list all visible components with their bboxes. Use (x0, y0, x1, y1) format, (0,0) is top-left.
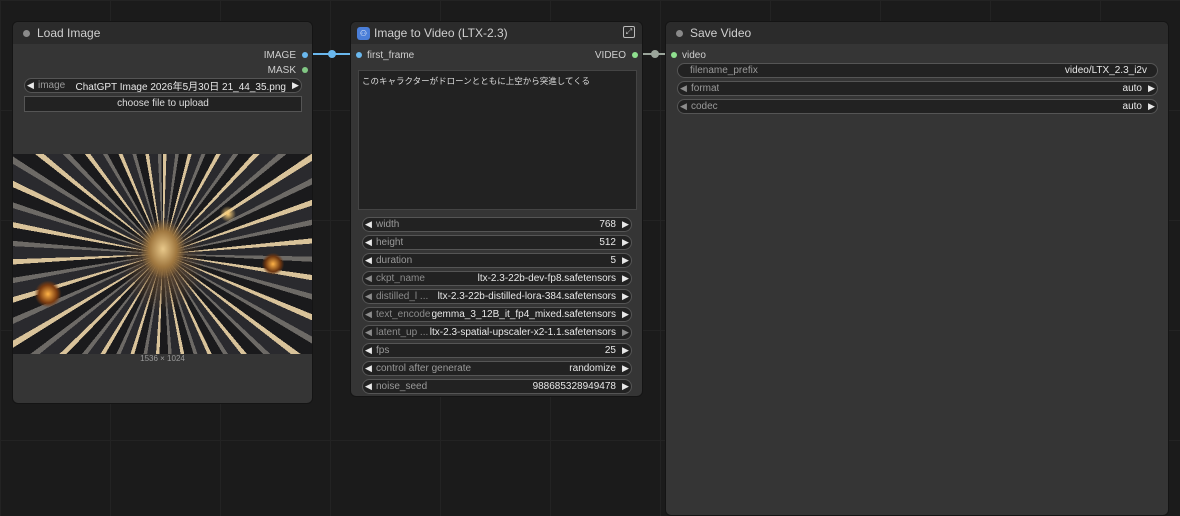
increment-arrow-icon[interactable]: ▶ (620, 345, 631, 356)
increment-arrow-icon[interactable]: ▶ (620, 327, 631, 338)
node-title: Load Image (37, 26, 101, 40)
width-widget[interactable]: ◀ width 768 ▶ (362, 217, 632, 232)
input-first-frame-port[interactable] (356, 52, 362, 58)
upload-button[interactable]: choose file to upload (24, 96, 302, 112)
decrement-arrow-icon[interactable]: ◀ (363, 309, 374, 320)
save-video-node[interactable]: Save Video video filename_prefix video/L… (665, 21, 1169, 516)
distilled-lora-widget[interactable]: ◀ distilled_l ... ltx-2.3-22b-distilled-… (362, 289, 632, 304)
format-combo[interactable]: ◀ format auto ▶ (677, 81, 1158, 96)
load-image-node[interactable]: Load Image IMAGE MASK ◀ image ChatGPT Im… (12, 21, 313, 404)
collapse-dot-icon[interactable] (23, 29, 30, 37)
decrement-arrow-icon[interactable]: ◀ (363, 291, 374, 302)
node-header[interactable]: Save Video (666, 22, 1168, 44)
text-encoder-widget[interactable]: ◀ text_encoder gemma_3_12B_it_fp4_mixed.… (362, 307, 632, 322)
fps-widget[interactable]: ◀ fps 25 ▶ (362, 343, 632, 358)
decrement-arrow-icon[interactable]: ◀ (363, 219, 374, 230)
output-video-port[interactable] (632, 52, 638, 58)
collapse-dot-icon[interactable] (676, 29, 683, 37)
increment-arrow-icon[interactable]: ▶ (290, 80, 301, 91)
increment-arrow-icon[interactable]: ▶ (1146, 101, 1157, 112)
increment-arrow-icon[interactable]: ▶ (620, 273, 631, 284)
node-header[interactable]: ⚇ Image to Video (LTX-2.3) ⤢ (351, 22, 642, 44)
image-link-reroute[interactable] (328, 50, 336, 58)
increment-arrow-icon[interactable]: ▶ (620, 219, 631, 230)
api-node-badge-icon: ⚇ (357, 26, 370, 40)
increment-arrow-icon[interactable]: ▶ (620, 363, 631, 374)
height-widget[interactable]: ◀ height 512 ▶ (362, 235, 632, 250)
expand-icon[interactable]: ⤢ (623, 26, 635, 38)
output-image-port[interactable] (302, 52, 308, 58)
image-preview (13, 154, 312, 354)
input-first-frame[interactable]: first_frame (356, 48, 414, 62)
decrement-arrow-icon[interactable]: ◀ (363, 381, 374, 392)
node-title: Save Video (690, 26, 752, 40)
increment-arrow-icon[interactable]: ▶ (1146, 83, 1157, 94)
output-video[interactable]: VIDEO (595, 48, 638, 62)
output-mask[interactable]: MASK (268, 63, 308, 77)
increment-arrow-icon[interactable]: ▶ (620, 237, 631, 248)
decrement-arrow-icon[interactable]: ◀ (25, 80, 36, 91)
decrement-arrow-icon[interactable]: ◀ (678, 101, 689, 112)
control-after-generate-widget[interactable]: ◀ control after generate randomize ▶ (362, 361, 632, 376)
decrement-arrow-icon[interactable]: ◀ (363, 237, 374, 248)
image-dimensions: 1536 × 1024 (140, 354, 185, 363)
decrement-arrow-icon[interactable]: ◀ (363, 363, 374, 374)
codec-combo[interactable]: ◀ codec auto ▶ (677, 99, 1158, 114)
input-video-port[interactable] (671, 52, 677, 58)
increment-arrow-icon[interactable]: ▶ (620, 309, 631, 320)
increment-arrow-icon[interactable]: ▶ (620, 255, 631, 266)
output-image[interactable]: IMAGE (264, 48, 308, 62)
decrement-arrow-icon[interactable]: ◀ (363, 327, 374, 338)
increment-arrow-icon[interactable]: ▶ (620, 381, 631, 392)
duration-widget[interactable]: ◀ duration 5 ▶ (362, 253, 632, 268)
decrement-arrow-icon[interactable]: ◀ (363, 273, 374, 284)
image-to-video-node[interactable]: ⚇ Image to Video (LTX-2.3) ⤢ first_frame… (350, 21, 643, 397)
decrement-arrow-icon[interactable]: ◀ (678, 83, 689, 94)
noise-seed-widget[interactable]: ◀ noise_seed 988685328949478 ▶ (362, 379, 632, 394)
input-video[interactable]: video (671, 48, 706, 62)
decrement-arrow-icon[interactable]: ◀ (363, 345, 374, 356)
image-combo[interactable]: ◀ image ChatGPT Image 2026年5月30日 21_44_3… (24, 78, 302, 93)
node-title: Image to Video (LTX-2.3) (374, 26, 508, 40)
output-mask-port[interactable] (302, 67, 308, 73)
video-link-reroute[interactable] (651, 50, 659, 58)
latent-upscaler-widget[interactable]: ◀ latent_up ... ltx-2.3-spatial-upscaler… (362, 325, 632, 340)
increment-arrow-icon[interactable]: ▶ (620, 291, 631, 302)
prompt-textarea[interactable]: このキャラクターがドローンとともに上空から突進してくる (358, 70, 637, 210)
decrement-arrow-icon[interactable]: ◀ (363, 255, 374, 266)
ckpt-name-widget[interactable]: ◀ ckpt_name ltx-2.3-22b-dev-fp8.safetens… (362, 271, 632, 286)
node-header[interactable]: Load Image (13, 22, 312, 44)
filename-prefix-field[interactable]: filename_prefix video/LTX_2.3_i2v (677, 63, 1158, 78)
